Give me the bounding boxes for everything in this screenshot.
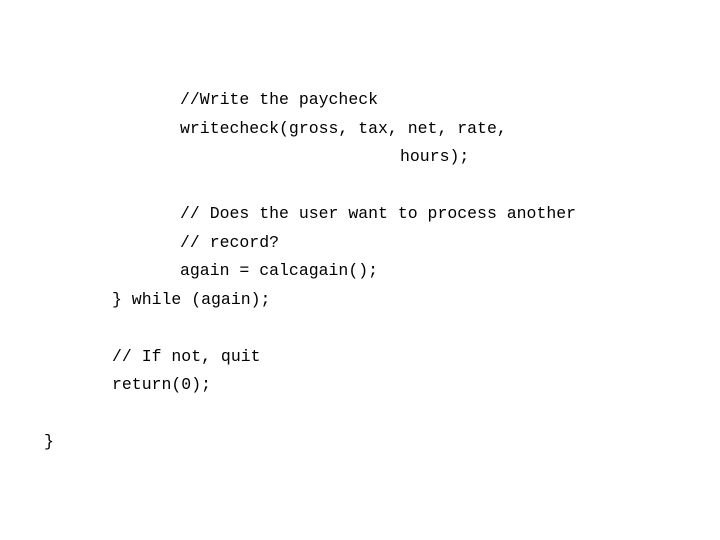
code-line: } while (again);: [112, 289, 271, 309]
code-line: return(0);: [112, 375, 212, 394]
code-line: }: [44, 432, 54, 451]
code-group-loop: // Does the user want to process another…: [0, 200, 720, 314]
slide-canvas: //Write the paycheck writecheck(gross, t…: [0, 0, 720, 540]
code-line: //Write the paycheck: [180, 90, 379, 109]
code-line: // record?: [180, 232, 280, 252]
code-group-return: // If not, quit return(0); }: [0, 343, 720, 457]
code-group-writecheck: //Write the paycheck writecheck(gross, t…: [0, 86, 720, 172]
code-line: again = calcagain();: [180, 261, 379, 280]
code-line: writecheck(gross, tax, net, rate,: [180, 118, 507, 138]
code-line: // Does the user want to process another: [180, 204, 577, 223]
code-listing: //Write the paycheck writecheck(gross, t…: [0, 86, 720, 457]
code-line: hours);: [400, 147, 470, 166]
code-line: // If not, quit: [112, 346, 261, 366]
